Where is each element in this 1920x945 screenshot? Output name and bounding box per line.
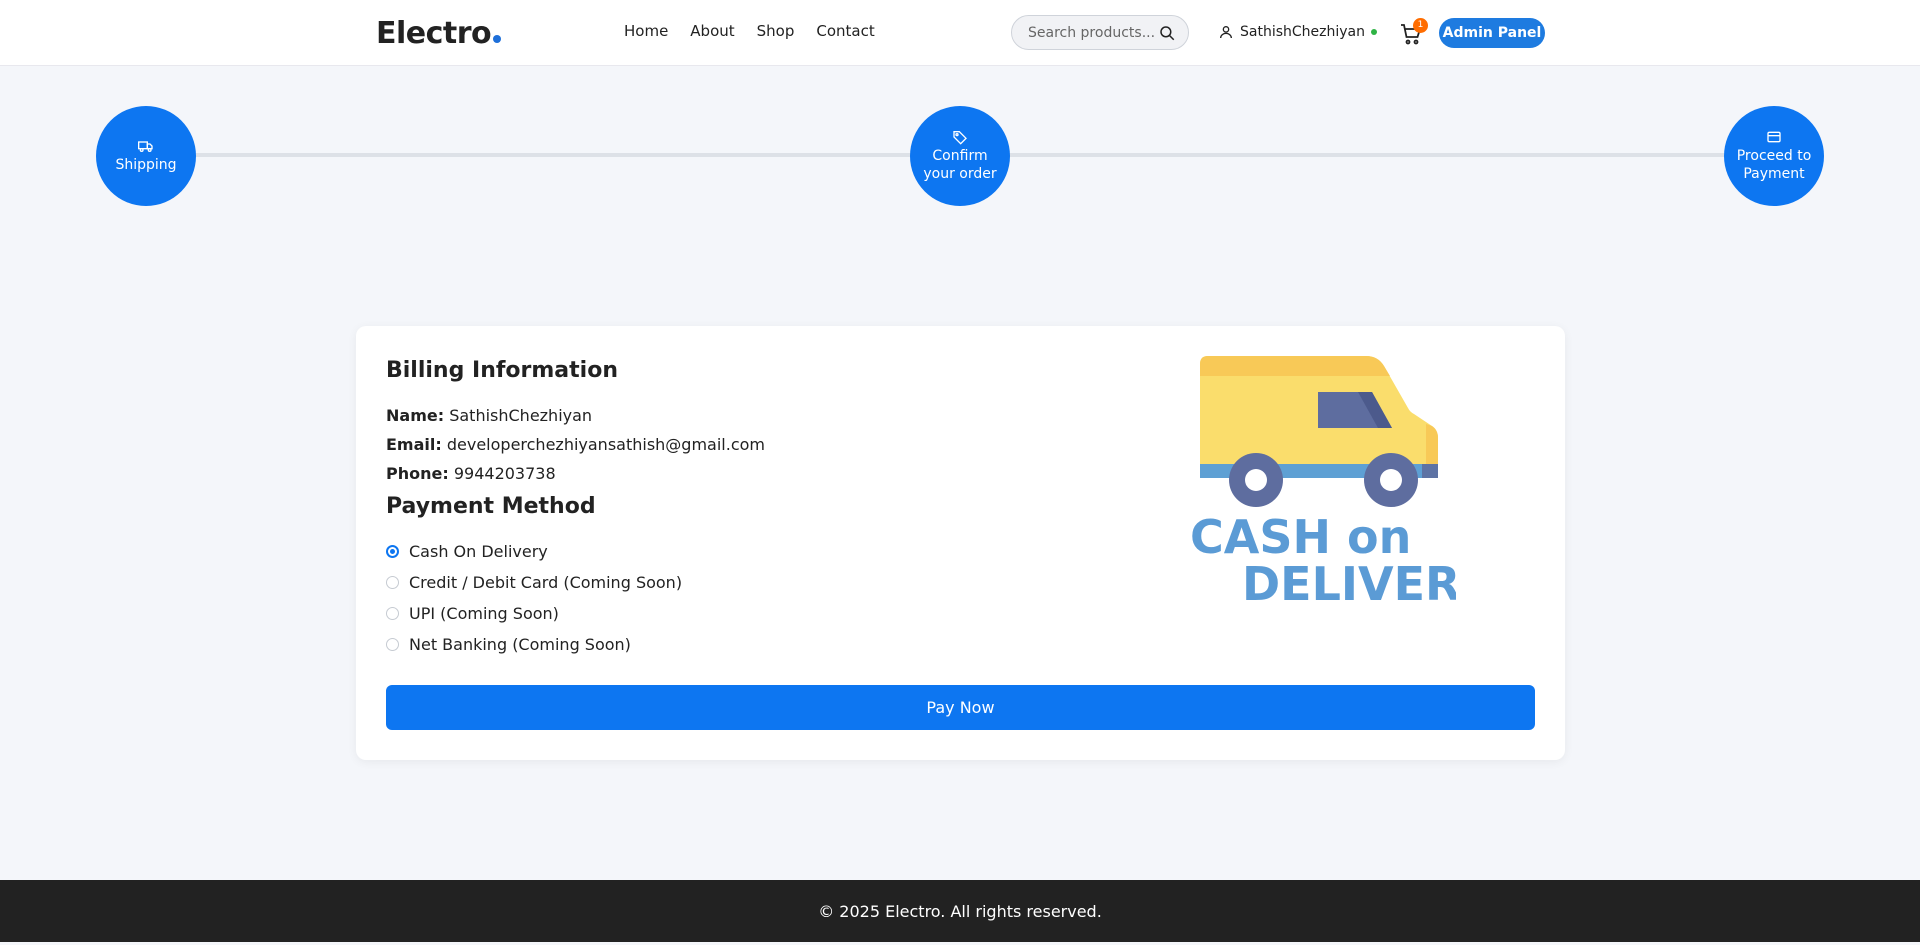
main-nav: Home About Shop Contact — [624, 22, 875, 40]
radio-button[interactable] — [386, 607, 399, 620]
online-status-dot — [1371, 29, 1377, 35]
search-box — [1011, 15, 1189, 50]
payment-card: Billing Information Name: SathishChezhiy… — [356, 326, 1565, 760]
search-icon[interactable] — [1158, 24, 1176, 42]
user-icon — [1220, 26, 1232, 39]
payment-option-netbanking[interactable]: Net Banking (Coming Soon) — [386, 635, 631, 654]
billing-phone: Phone: 9944203738 — [386, 464, 556, 483]
user-menu[interactable]: SathishChezhiyan — [1218, 24, 1377, 40]
logo-dot — [493, 35, 502, 43]
card-icon — [1767, 131, 1781, 143]
option-label: Net Banking (Coming Soon) — [409, 635, 631, 654]
payment-method-title: Payment Method — [386, 494, 596, 519]
art-text-line1: CASH on — [1190, 510, 1411, 564]
admin-panel-button[interactable]: Admin Panel — [1439, 18, 1545, 48]
site-header: Electro Home About Shop Contact SathishC… — [0, 0, 1920, 66]
cash-on-delivery-illustration: CASH on DELIVERY — [1190, 356, 1456, 610]
tag-icon — [953, 131, 967, 145]
step-shipping: Shipping — [96, 106, 196, 206]
option-label: Credit / Debit Card (Coming Soon) — [409, 573, 683, 592]
step-proceed-payment: Proceed to Payment — [1724, 106, 1824, 206]
option-label: Cash On Delivery — [409, 542, 548, 561]
pay-now-button[interactable]: Pay Now — [386, 685, 1535, 730]
step-confirm-order: Confirm your order — [910, 106, 1010, 206]
step-label: Shipping — [115, 157, 177, 173]
nav-contact[interactable]: Contact — [816, 22, 874, 40]
user-name: SathishChezhiyan — [1240, 24, 1365, 40]
nav-home[interactable]: Home — [624, 22, 668, 40]
billing-name: Name: SathishChezhiyan — [386, 406, 592, 425]
email-label: Email: — [386, 435, 442, 454]
phone-value: 9944203738 — [453, 464, 556, 483]
truck-icon — [138, 141, 153, 152]
payment-option-cod[interactable]: Cash On Delivery — [386, 542, 548, 561]
step-label-line2: Payment — [1743, 166, 1805, 182]
radio-button[interactable] — [386, 638, 399, 651]
phone-label: Phone: — [386, 464, 449, 483]
radio-button[interactable] — [386, 545, 399, 558]
payment-option-card[interactable]: Credit / Debit Card (Coming Soon) — [386, 573, 682, 592]
nav-shop[interactable]: Shop — [757, 22, 795, 40]
option-label: UPI (Coming Soon) — [409, 604, 559, 623]
step-label-line2: your order — [923, 166, 997, 182]
name-label: Name: — [386, 406, 445, 425]
copyright-text: © 2025 Electro. All rights reserved. — [818, 901, 1102, 921]
search-input[interactable] — [1028, 24, 1156, 41]
payment-option-upi[interactable]: UPI (Coming Soon) — [386, 604, 559, 623]
email-value: developerchezhiyansathish@gmail.com — [446, 435, 765, 454]
step-label-line1: Proceed to — [1736, 148, 1812, 164]
step-label-line1: Confirm — [932, 148, 988, 164]
logo[interactable]: Electro — [376, 16, 502, 51]
name-value: SathishChezhiyan — [449, 406, 593, 425]
billing-title: Billing Information — [386, 358, 618, 383]
radio-button[interactable] — [386, 576, 399, 589]
billing-email: Email: developerchezhiyansathish@gmail.c… — [386, 435, 765, 454]
art-text-line2: DELIVERY — [1242, 557, 1456, 610]
nav-about[interactable]: About — [690, 22, 734, 40]
logo-text: Electro — [376, 16, 492, 51]
cart-count-badge: 1 — [1413, 18, 1428, 33]
site-footer: © 2025 Electro. All rights reserved. — [0, 880, 1920, 942]
